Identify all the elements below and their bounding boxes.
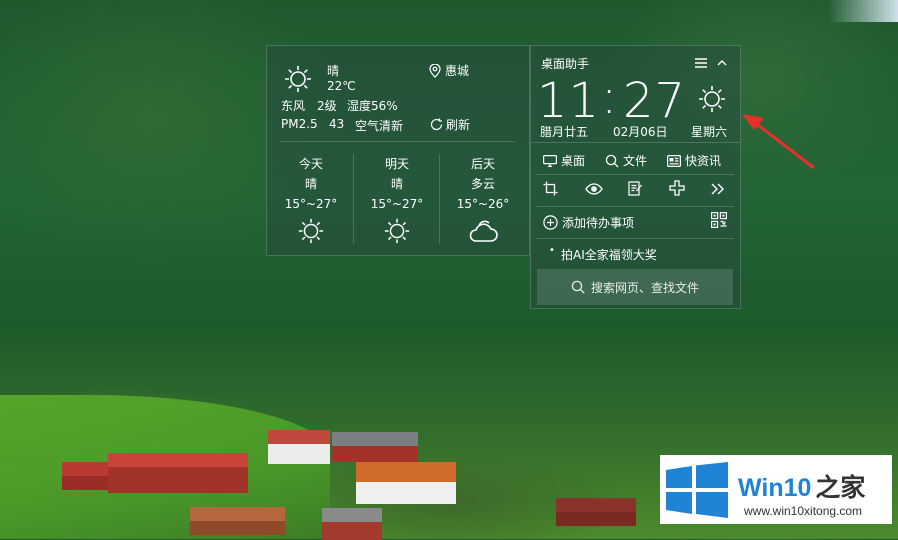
watermark-url: www.win10xitong.com xyxy=(744,504,863,518)
add-circle-icon xyxy=(543,215,558,230)
sky xyxy=(828,0,898,22)
bullet-dot: • xyxy=(549,245,555,256)
divider xyxy=(537,174,734,175)
search-icon xyxy=(605,154,619,168)
forecast-range: 15°~27° xyxy=(284,197,338,211)
sun-icon xyxy=(283,64,313,94)
assistant-title: 桌面助手 xyxy=(541,57,590,71)
desktop-assistant-panel[interactable]: 桌面助手 11 : 27 腊月廿五 02月06日 星期六 桌面 文件 快资讯 添… xyxy=(530,45,741,309)
windows-logo-icon xyxy=(666,462,728,518)
date: 02月06日 xyxy=(613,125,668,139)
news-icon xyxy=(667,154,681,167)
current-temperature: 22℃ xyxy=(327,79,356,93)
house xyxy=(322,508,382,540)
pm-label: PM2.5 xyxy=(281,117,318,131)
forecast-range: 15°~26° xyxy=(456,197,510,211)
monitor-icon xyxy=(543,154,557,167)
forecast-condition: 晴 xyxy=(304,177,317,191)
location[interactable]: 惠城 xyxy=(429,62,469,79)
watermark-logo: Win10 之家 www.win10xitong.com xyxy=(660,455,892,524)
sun-icon xyxy=(354,217,440,245)
promo-link[interactable]: 拍AI全家福领大奖 xyxy=(561,246,657,263)
house xyxy=(556,498,636,526)
refresh-icon xyxy=(430,118,443,131)
forecast-condition: 晴 xyxy=(390,177,403,191)
lunar-date: 腊月廿五 xyxy=(540,125,589,139)
clock-minute: 27 xyxy=(623,73,687,129)
more-icon[interactable] xyxy=(711,183,725,198)
forecast-condition: 多云 xyxy=(470,177,495,191)
house xyxy=(268,430,330,464)
annotation-arrow xyxy=(742,114,815,170)
wind-level: 2级 xyxy=(317,99,337,113)
qr-code-icon[interactable] xyxy=(711,212,727,231)
news-label: 快资讯 xyxy=(685,154,722,168)
eye-icon[interactable] xyxy=(585,183,603,198)
forecast-day: 后天 多云 15°~26° xyxy=(440,154,526,245)
news-button[interactable]: 快资讯 xyxy=(667,152,721,169)
house xyxy=(190,507,285,535)
divider xyxy=(537,238,734,239)
divider xyxy=(537,206,734,207)
clock-hour: 11 xyxy=(537,73,601,129)
note-icon[interactable] xyxy=(628,181,643,199)
watermark-brand: Win10 之家 xyxy=(738,468,865,504)
sun-icon xyxy=(268,217,354,245)
forecast-day: 明天 晴 15°~27° xyxy=(354,154,440,245)
clock-colon: : xyxy=(601,69,619,125)
file-search-button[interactable]: 文件 xyxy=(605,152,647,169)
desktop-label: 桌面 xyxy=(561,154,586,168)
add-todo-label: 添加待办事项 xyxy=(562,216,635,230)
search-icon xyxy=(571,280,585,294)
house xyxy=(108,453,248,493)
watermark-brand-suffix: 之家 xyxy=(815,474,866,502)
wind-direction: 东风 xyxy=(281,99,306,113)
forecast-day-label: 今天 xyxy=(298,157,323,171)
air-quality: 空气清新 xyxy=(355,119,404,133)
pm-value: 43 xyxy=(329,117,345,131)
watermark-brand-name: Win10 xyxy=(738,474,812,502)
search-input[interactable]: 搜索网页、查找文件 xyxy=(537,269,733,305)
current-condition: 晴 xyxy=(327,64,340,78)
cloud-icon xyxy=(440,217,526,245)
location-pin-icon xyxy=(429,63,441,78)
weather-panel[interactable]: 晴 22℃ 惠城 东风 2级 湿度56% PM2.5 43 空气清新 刷新 今天… xyxy=(266,45,530,256)
search-placeholder: 搜索网页、查找文件 xyxy=(590,280,699,295)
desktop-button[interactable]: 桌面 xyxy=(543,152,585,169)
humidity: 湿度56% xyxy=(347,99,398,113)
divider xyxy=(531,142,740,143)
forecast-day: 今天 晴 15°~27° xyxy=(268,154,354,245)
house xyxy=(332,432,418,462)
house xyxy=(356,462,456,504)
file-label: 文件 xyxy=(623,154,648,168)
forecast-day-label: 明天 xyxy=(384,157,409,171)
refresh-label: 刷新 xyxy=(446,118,471,132)
collapse-icon[interactable] xyxy=(717,57,727,71)
crop-icon[interactable] xyxy=(543,181,558,199)
refresh-button[interactable]: 刷新 xyxy=(429,116,470,133)
plugin-icon[interactable] xyxy=(669,180,685,199)
forecast-range: 15°~27° xyxy=(370,197,424,211)
sun-icon xyxy=(697,84,727,117)
add-todo-button[interactable]: 添加待办事项 xyxy=(543,214,634,231)
menu-icon[interactable] xyxy=(695,57,707,71)
divider xyxy=(281,141,515,142)
weekday: 星期六 xyxy=(691,125,728,139)
location-label: 惠城 xyxy=(445,64,470,78)
forecast-day-label: 后天 xyxy=(470,157,495,171)
